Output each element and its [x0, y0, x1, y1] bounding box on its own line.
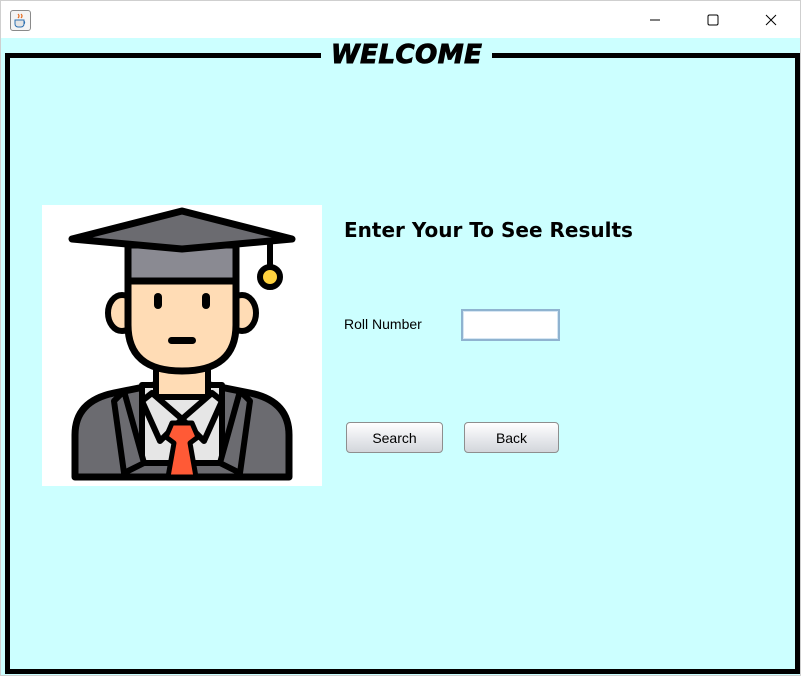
back-button[interactable]: Back — [464, 422, 559, 453]
roll-number-input[interactable] — [461, 309, 560, 341]
minimize-button[interactable] — [626, 1, 684, 38]
page-heading: Enter Your To See Results — [344, 218, 633, 242]
search-button[interactable]: Search — [346, 422, 443, 453]
minimize-icon — [649, 14, 661, 26]
close-button[interactable] — [742, 1, 800, 38]
maximize-button[interactable] — [684, 1, 742, 38]
app-window: WELCOME Enter Your To See Results Roll N… — [0, 0, 801, 676]
welcome-title: WELCOME — [321, 40, 493, 71]
java-cup-icon[interactable] — [10, 10, 31, 31]
graduate-illustration — [42, 205, 322, 486]
maximize-icon — [707, 14, 719, 26]
title-bar — [1, 1, 800, 38]
graduate-student-icon — [68, 207, 296, 481]
close-icon — [765, 14, 777, 26]
roll-number-label: Roll Number — [344, 316, 422, 332]
content-panel: WELCOME Enter Your To See Results Roll N… — [1, 38, 800, 675]
